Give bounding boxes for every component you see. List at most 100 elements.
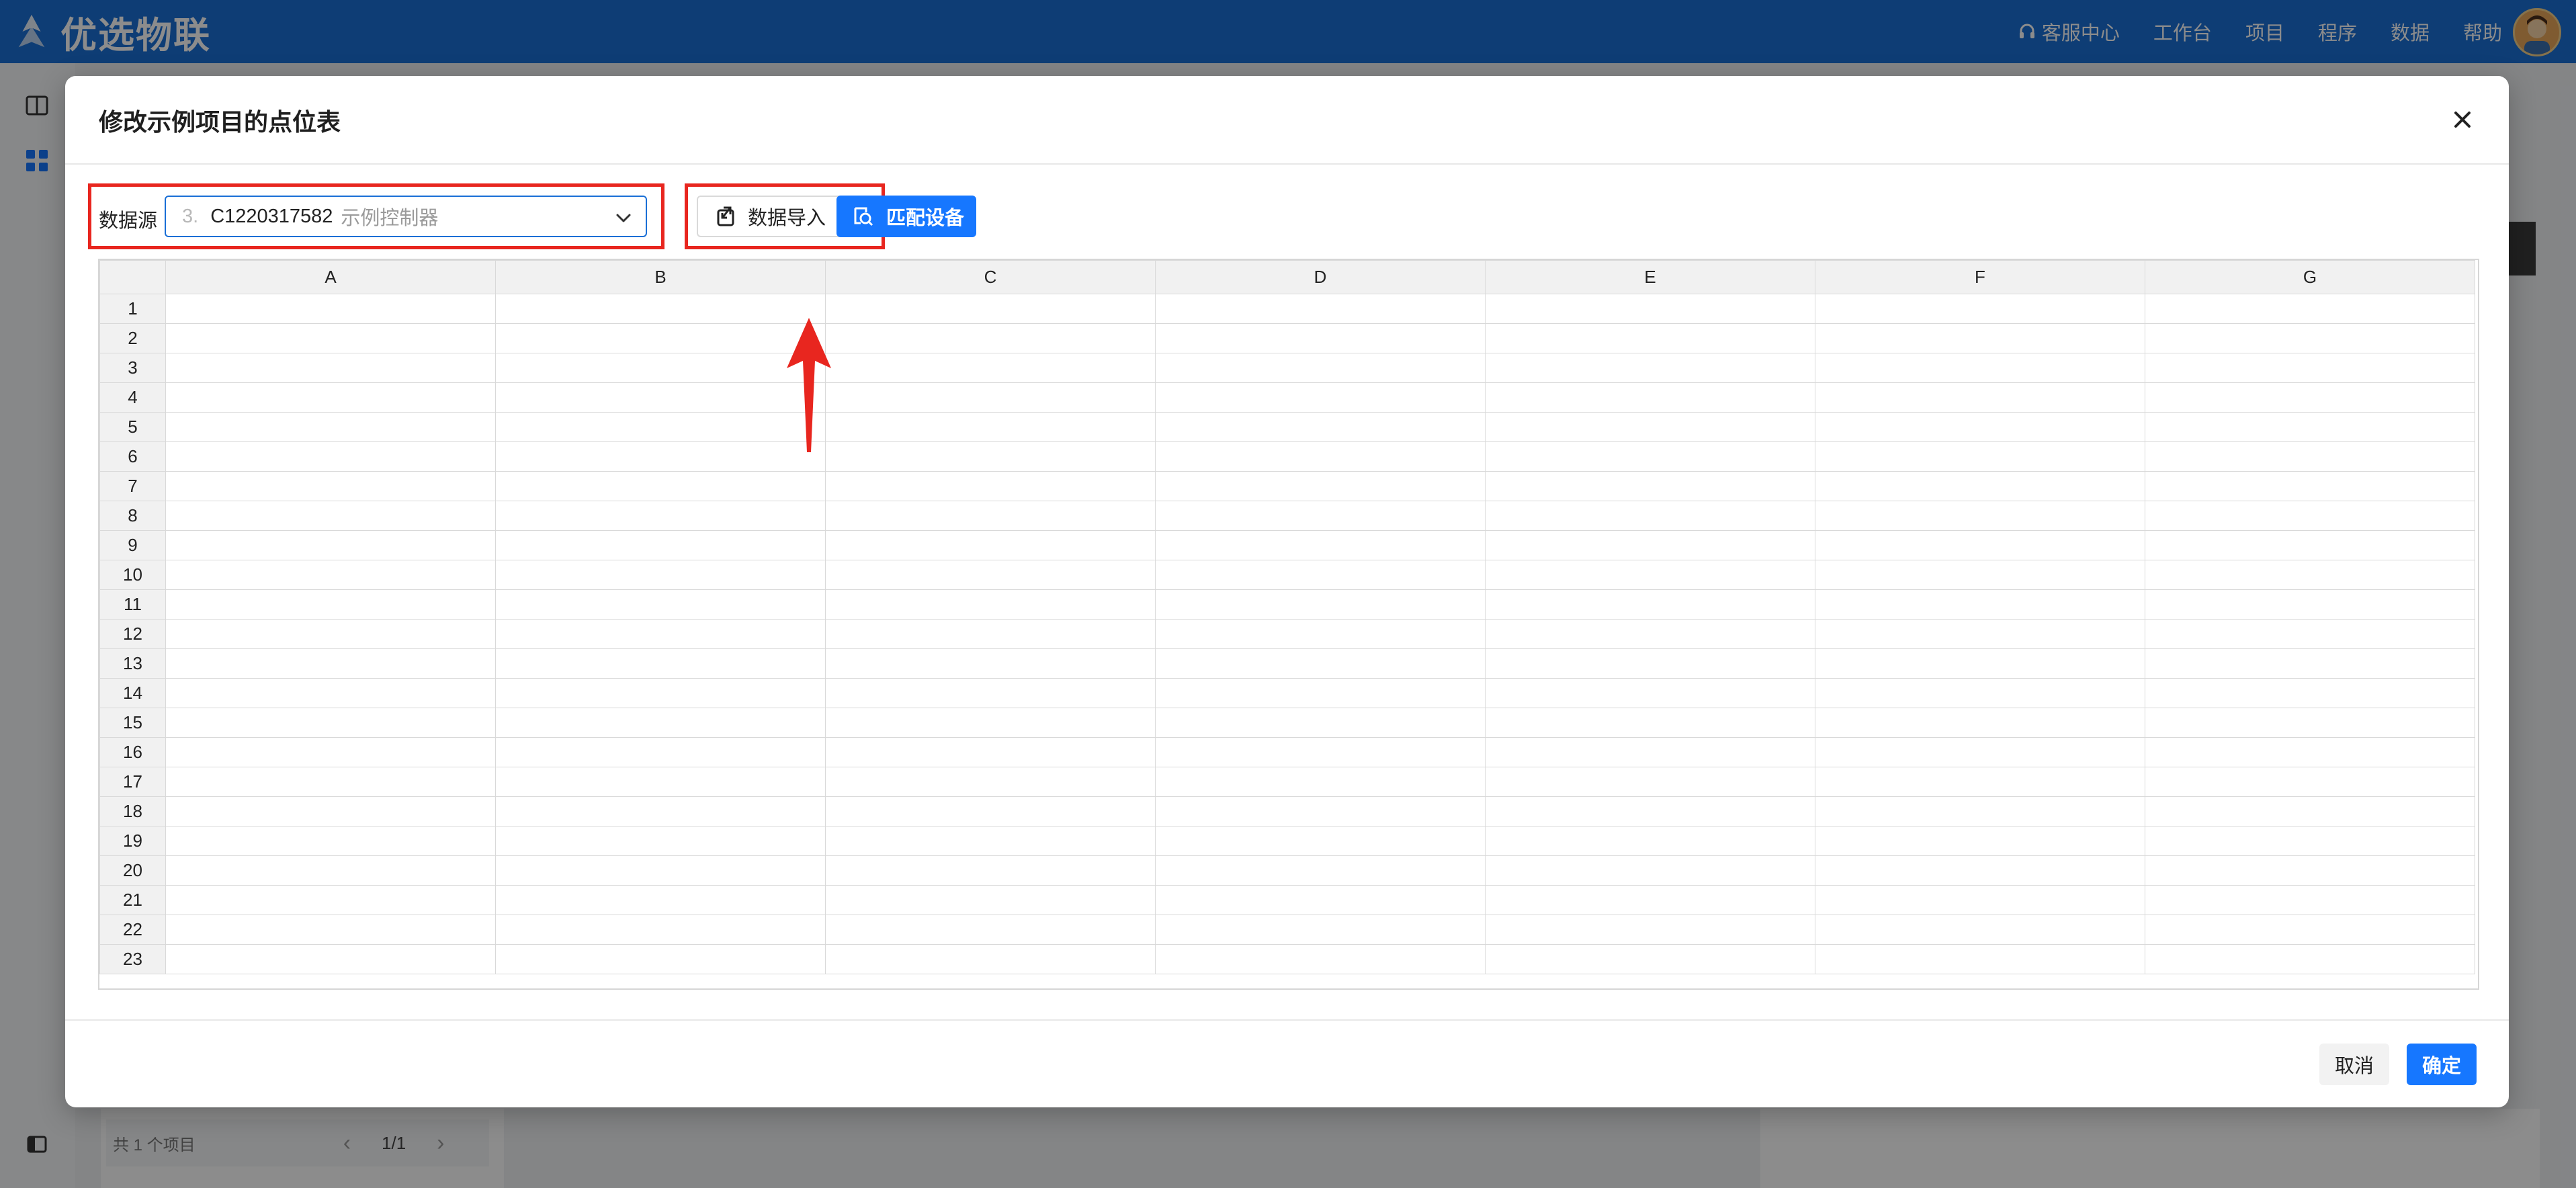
sheet-cell[interactable] — [2145, 294, 2475, 324]
column-header[interactable]: F — [1815, 260, 2145, 294]
sheet-cell[interactable] — [1485, 382, 1815, 413]
sheet-cell[interactable] — [1485, 323, 1815, 353]
row-header[interactable]: 11 — [99, 589, 166, 620]
sheet-cell[interactable] — [825, 589, 1156, 620]
sheet-cell[interactable] — [1815, 294, 2145, 324]
sheet-cell[interactable] — [1815, 530, 2145, 560]
sheet-cell[interactable] — [495, 353, 826, 383]
sheet-cell[interactable] — [825, 648, 1156, 679]
row-header[interactable]: 14 — [99, 678, 166, 708]
sheet-cell[interactable] — [2145, 826, 2475, 856]
sheet-cell[interactable] — [1485, 530, 1815, 560]
sheet-cell[interactable] — [1155, 501, 1486, 531]
sheet-cell[interactable] — [1485, 944, 1815, 974]
sheet-corner[interactable] — [99, 260, 166, 294]
sheet-cell[interactable] — [495, 944, 826, 974]
sheet-cell[interactable] — [2145, 560, 2475, 590]
sheet-cell[interactable] — [1815, 382, 2145, 413]
sheet-cell[interactable] — [495, 826, 826, 856]
sheet-cell[interactable] — [2145, 382, 2475, 413]
sheet-cell[interactable] — [1155, 796, 1486, 826]
sheet-cell[interactable] — [1155, 294, 1486, 324]
sheet-cell[interactable] — [1155, 767, 1486, 797]
sheet-cell[interactable] — [825, 708, 1156, 738]
sheet-cell[interactable] — [165, 294, 496, 324]
sheet-cell[interactable] — [2145, 530, 2475, 560]
row-header[interactable]: 8 — [99, 501, 166, 531]
sheet-cell[interactable] — [825, 855, 1156, 886]
sheet-cell[interactable] — [165, 737, 496, 767]
sheet-cell[interactable] — [1815, 560, 2145, 590]
sheet-cell[interactable] — [1155, 589, 1486, 620]
sheet-cell[interactable] — [165, 678, 496, 708]
sheet-cell[interactable] — [1815, 826, 2145, 856]
sheet-cell[interactable] — [1155, 471, 1486, 501]
sheet-cell[interactable] — [1815, 796, 2145, 826]
sheet-cell[interactable] — [1815, 323, 2145, 353]
sheet-cell[interactable] — [1485, 619, 1815, 649]
sheet-cell[interactable] — [165, 619, 496, 649]
sheet-cell[interactable] — [165, 530, 496, 560]
row-header[interactable]: 7 — [99, 471, 166, 501]
sheet-cell[interactable] — [1155, 648, 1486, 679]
sheet-cell[interactable] — [825, 826, 1156, 856]
row-header[interactable]: 5 — [99, 412, 166, 442]
column-header[interactable]: C — [825, 260, 1156, 294]
row-header[interactable]: 15 — [99, 708, 166, 738]
sheet-cell[interactable] — [1485, 501, 1815, 531]
sheet-cell[interactable] — [1815, 501, 2145, 531]
sheet-cell[interactable] — [495, 885, 826, 915]
sheet-cell[interactable] — [2145, 589, 2475, 620]
sheet-cell[interactable] — [1815, 944, 2145, 974]
sheet-cell[interactable] — [165, 648, 496, 679]
column-header[interactable]: E — [1485, 260, 1815, 294]
row-header[interactable]: 1 — [99, 294, 166, 324]
sheet-cell[interactable] — [165, 589, 496, 620]
match-device-button[interactable]: 匹配设备 — [836, 196, 976, 237]
sheet-cell[interactable] — [825, 294, 1156, 324]
sheet-cell[interactable] — [165, 796, 496, 826]
sheet-cell[interactable] — [2145, 323, 2475, 353]
sheet-cell[interactable] — [495, 412, 826, 442]
sheet-cell[interactable] — [825, 471, 1156, 501]
sheet-cell[interactable] — [1815, 885, 2145, 915]
sheet-cell[interactable] — [495, 323, 826, 353]
sheet-cell[interactable] — [1155, 885, 1486, 915]
sheet-cell[interactable] — [165, 826, 496, 856]
row-header[interactable]: 17 — [99, 767, 166, 797]
row-header[interactable]: 4 — [99, 382, 166, 413]
sheet-cell[interactable] — [1815, 708, 2145, 738]
column-header[interactable]: G — [2145, 260, 2475, 294]
row-header[interactable]: 22 — [99, 915, 166, 945]
sheet-cell[interactable] — [1485, 915, 1815, 945]
sheet-cell[interactable] — [1485, 294, 1815, 324]
sheet-cell[interactable] — [495, 678, 826, 708]
row-header[interactable]: 12 — [99, 619, 166, 649]
cancel-button[interactable]: 取消 — [2319, 1044, 2389, 1085]
sheet-cell[interactable] — [1485, 678, 1815, 708]
row-header[interactable]: 9 — [99, 530, 166, 560]
sheet-cell[interactable] — [495, 619, 826, 649]
sheet-cell[interactable] — [1485, 708, 1815, 738]
sheet-cell[interactable] — [2145, 737, 2475, 767]
sheet-cell[interactable] — [2145, 678, 2475, 708]
sheet-cell[interactable] — [1815, 737, 2145, 767]
sheet-cell[interactable] — [2145, 353, 2475, 383]
sheet-cell[interactable] — [825, 501, 1156, 531]
sheet-cell[interactable] — [2145, 708, 2475, 738]
sheet-cell[interactable] — [165, 353, 496, 383]
sheet-cell[interactable] — [495, 441, 826, 472]
row-header[interactable]: 10 — [99, 560, 166, 590]
sheet-cell[interactable] — [1155, 353, 1486, 383]
confirm-button[interactable]: 确定 — [2407, 1044, 2477, 1085]
sheet-cell[interactable] — [495, 796, 826, 826]
spreadsheet[interactable]: ABCDEFG 1 2 3 4 5 6 7 8 9 10 11 12 13 14 15 16 17 18 19 20 2… — [98, 259, 2479, 990]
sheet-cell[interactable] — [1815, 619, 2145, 649]
sheet-cell[interactable] — [2145, 619, 2475, 649]
sheet-cell[interactable] — [1155, 441, 1486, 472]
sheet-cell[interactable] — [2145, 944, 2475, 974]
sheet-cell[interactable] — [825, 412, 1156, 442]
column-header[interactable]: B — [495, 260, 826, 294]
sheet-cell[interactable] — [1485, 412, 1815, 442]
sheet-cell[interactable] — [1815, 471, 2145, 501]
